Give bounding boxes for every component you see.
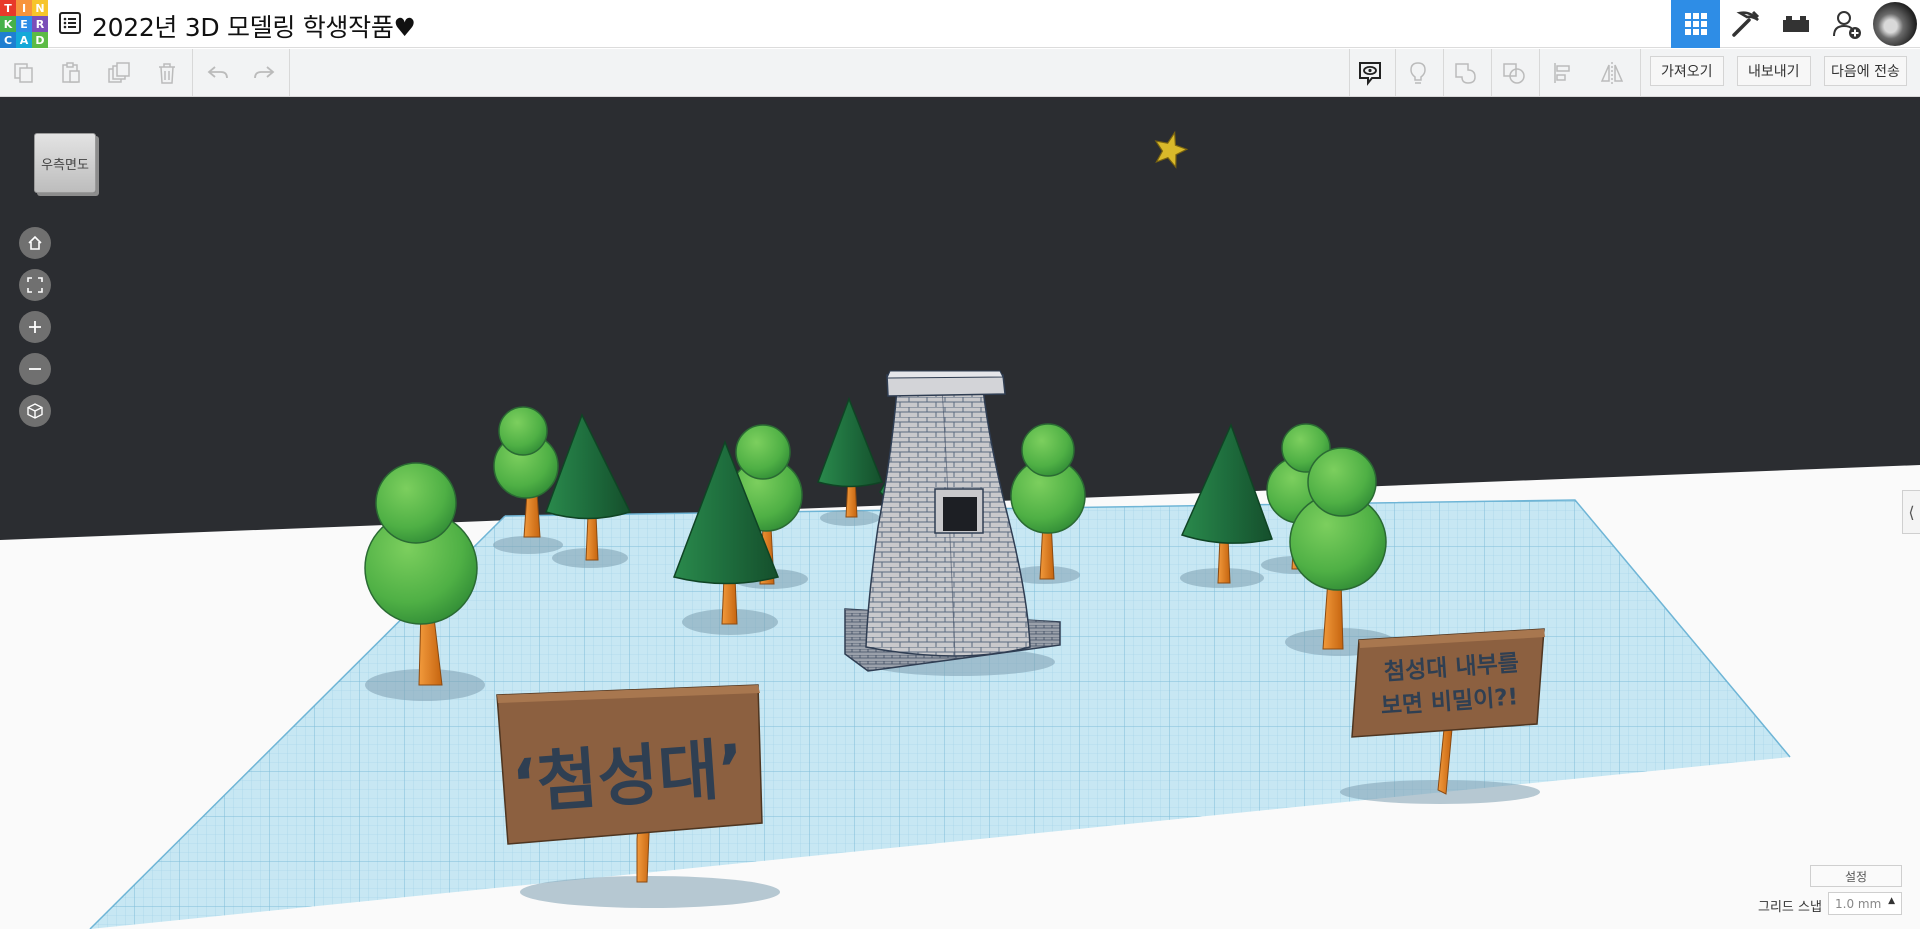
caret-up-icon: ▲ [1888, 896, 1895, 906]
logo-letter: K [0, 16, 16, 32]
fit-view-button[interactable] [19, 269, 51, 301]
home-icon [28, 235, 42, 250]
logo-letter: R [32, 16, 48, 32]
grid-icon [1684, 13, 1707, 35]
bricks-view-button[interactable] [1771, 0, 1820, 48]
sign-main-text: ‘첨성대’ [509, 730, 746, 823]
cube-icon [27, 403, 43, 419]
grid-snap-select[interactable]: 1.0 mm ▲ [1828, 892, 1902, 915]
tinkercad-logo[interactable]: T I N K E R C A D [0, 0, 48, 48]
group-button[interactable] [1446, 53, 1486, 93]
edit-toolbar: 가져오기 내보내기 다음에 전송 [0, 49, 1920, 97]
duplicate-button[interactable] [99, 53, 139, 93]
copy-button[interactable] [4, 53, 44, 93]
notes-button[interactable] [1350, 53, 1390, 93]
logo-letter: C [0, 32, 16, 48]
zoom-in-button[interactable] [19, 311, 51, 343]
note-eye-icon [1359, 62, 1381, 86]
design-list-icon[interactable] [58, 11, 82, 35]
logo-letter: A [16, 32, 32, 48]
invite-user-button[interactable] [1822, 0, 1871, 48]
panel-collapse-tab[interactable]: ⟨ [1902, 490, 1920, 534]
home-view-button[interactable] [19, 227, 51, 259]
ungroup-button[interactable] [1494, 53, 1534, 93]
zoom-out-button[interactable] [19, 353, 51, 385]
logo-letter: I [16, 0, 32, 16]
chevron-left-icon: ⟨ [1908, 502, 1915, 522]
logo-letter: E [16, 16, 32, 32]
send-to-button[interactable]: 다음에 전송 [1824, 56, 1907, 86]
logo-letter: N [32, 0, 48, 16]
redo-button[interactable] [244, 53, 284, 93]
redo-icon [254, 66, 275, 79]
delete-button[interactable] [147, 53, 187, 93]
toolbar-divider [192, 49, 193, 97]
grid-snap-label: 그리드 스냅 [1758, 900, 1822, 915]
group-shape-icon [1455, 63, 1476, 84]
toolbar-divider [1539, 49, 1540, 97]
toolbar-divider [1395, 49, 1396, 97]
ungroup-shape-icon [1503, 63, 1525, 84]
logo-letter: T [0, 0, 16, 16]
paste-icon [62, 62, 80, 83]
logo-letter: D [32, 32, 48, 48]
export-button[interactable]: 내보내기 [1737, 56, 1811, 86]
add-user-icon [1832, 11, 1861, 39]
plus-icon [29, 321, 41, 333]
align-icon [1554, 63, 1570, 83]
fit-view-icon [27, 277, 43, 293]
duplicate-icon [108, 62, 130, 83]
copy-icon [14, 63, 33, 83]
view-cube[interactable]: 우측면도 [34, 133, 98, 195]
user-avatar[interactable] [1873, 2, 1917, 46]
undo-button[interactable] [198, 53, 238, 93]
codeblocks-view-button[interactable] [1721, 0, 1770, 48]
toolbar-divider [1640, 49, 1641, 97]
mirror-icon [1600, 62, 1624, 84]
undo-icon [207, 66, 228, 79]
align-button[interactable] [1543, 53, 1583, 93]
project-title[interactable]: 2022년 3D 모델링 학생작품♥ [92, 8, 416, 44]
paste-button[interactable] [51, 53, 91, 93]
pickaxe-icon [1731, 10, 1759, 37]
3d-design-view-button[interactable] [1671, 0, 1720, 48]
mirror-button[interactable] [1592, 53, 1632, 93]
import-button[interactable]: 가져오기 [1650, 56, 1724, 86]
3d-scene[interactable]: ‘첨성대’ 첨성대 내부를 보면 비밀이?! [0, 97, 1920, 929]
lightbulb-icon [1410, 62, 1426, 84]
3d-viewport[interactable]: ‘첨성대’ 첨성대 내부를 보면 비밀이?! 우측면도 ⟨ 설정 그리드 스냅 … [0, 97, 1920, 929]
light-button[interactable] [1398, 53, 1438, 93]
toolbar-divider [1491, 49, 1492, 97]
settings-button[interactable]: 설정 [1810, 865, 1902, 887]
grid-snap-value: 1.0 mm [1835, 896, 1882, 911]
view-cube-face[interactable]: 우측면도 [34, 133, 96, 193]
perspective-button[interactable] [19, 395, 51, 427]
toolbar-divider [289, 49, 290, 97]
minus-icon [29, 368, 41, 370]
trash-icon [159, 63, 175, 84]
top-header: T I N K E R C A D 2022년 3D 모델링 학생작품♥ [0, 0, 1920, 48]
brick-icon [1782, 16, 1809, 32]
toolbar-divider [1443, 49, 1444, 97]
